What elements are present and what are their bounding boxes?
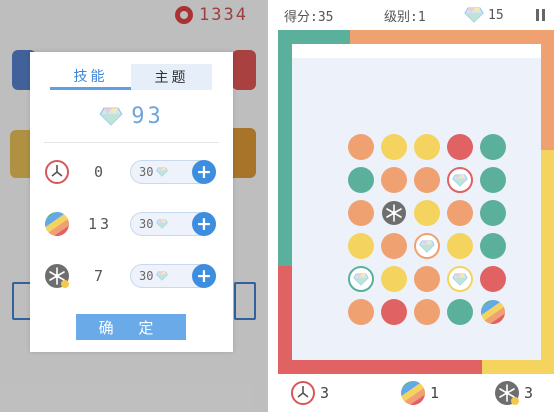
score-text: 得分:35 bbox=[284, 9, 334, 25]
gem-icon bbox=[156, 219, 168, 229]
board-ball-teal[interactable] bbox=[480, 200, 506, 226]
gem-icon bbox=[156, 271, 168, 281]
game-board bbox=[292, 58, 541, 360]
board-ball-orange[interactable] bbox=[381, 233, 407, 259]
prop-count: 0 bbox=[93, 163, 107, 181]
snowflake-icon bbox=[494, 380, 520, 406]
prop-price: 30 bbox=[139, 269, 154, 283]
divider bbox=[44, 142, 219, 143]
board-gem-tile[interactable] bbox=[414, 233, 440, 259]
board-gem-tile[interactable] bbox=[447, 167, 473, 193]
rainbow-ball-icon bbox=[480, 299, 506, 325]
board-ball-red[interactable] bbox=[381, 299, 407, 325]
prop-row-rainbow: 13 30 + bbox=[44, 210, 224, 238]
board-ball-red[interactable] bbox=[480, 266, 506, 292]
gem-icon bbox=[452, 174, 468, 187]
board-ball-yellow[interactable] bbox=[414, 134, 440, 160]
gem-balance-value: 93 bbox=[131, 104, 164, 129]
plus-icon[interactable]: + bbox=[192, 160, 216, 184]
frame-segment bbox=[541, 150, 554, 374]
board-ball-orange[interactable] bbox=[414, 167, 440, 193]
gem-icon bbox=[99, 107, 123, 126]
prop-count: 13 bbox=[87, 215, 113, 233]
tab-skills[interactable]: 技能 bbox=[50, 64, 131, 90]
bottom-prop-count: 3 bbox=[524, 384, 534, 402]
clock-icon bbox=[44, 159, 70, 185]
bottom-prop-count: 1 bbox=[430, 384, 440, 402]
board-gem-tile[interactable] bbox=[447, 266, 473, 292]
board-ball-teal[interactable] bbox=[348, 167, 374, 193]
board-ball-teal[interactable] bbox=[480, 233, 506, 259]
bottom-prop-rainbow[interactable]: 1 bbox=[400, 380, 439, 406]
prop-row-clock: 0 30 + bbox=[44, 158, 224, 186]
frame-segment bbox=[278, 266, 292, 374]
frame-segment bbox=[278, 30, 292, 266]
prop-count: 7 bbox=[93, 267, 107, 285]
bottom-prop-snowflake[interactable]: 3 bbox=[494, 380, 533, 406]
top-hud: 得分:35 级别:1 15 bbox=[278, 0, 554, 30]
gem-icon bbox=[464, 7, 484, 23]
gem-count: 15 bbox=[488, 7, 504, 23]
board-rainbow-tile[interactable] bbox=[480, 299, 506, 325]
level-text: 级别:1 bbox=[384, 9, 426, 25]
buy-clock-button[interactable]: 30 + bbox=[130, 160, 216, 184]
plus-icon[interactable]: + bbox=[192, 212, 216, 236]
rainbow-ball-icon bbox=[44, 211, 70, 237]
board-ball-orange[interactable] bbox=[447, 200, 473, 226]
prop-row-snowflake: 7 30 + bbox=[44, 262, 224, 290]
clock-icon bbox=[290, 380, 316, 406]
gem-balance: 93 bbox=[30, 104, 233, 129]
buy-snowflake-button[interactable]: 30 + bbox=[130, 264, 216, 288]
bottom-props-bar: 3 1 3 bbox=[278, 374, 554, 412]
board-frame bbox=[278, 30, 554, 374]
pause-icon[interactable] bbox=[536, 9, 546, 21]
board-ball-orange[interactable] bbox=[348, 299, 374, 325]
board-gem-tile[interactable] bbox=[348, 266, 374, 292]
prop-price: 30 bbox=[139, 165, 154, 179]
snowflake-icon bbox=[381, 200, 407, 226]
gem-icon bbox=[156, 167, 168, 177]
gem-icon bbox=[353, 273, 369, 286]
gem-icon bbox=[452, 273, 468, 286]
board-ball-orange[interactable] bbox=[348, 134, 374, 160]
board-ball-yellow[interactable] bbox=[414, 200, 440, 226]
board-ball-teal[interactable] bbox=[447, 299, 473, 325]
plus-icon[interactable]: + bbox=[192, 264, 216, 288]
prop-price: 30 bbox=[139, 217, 154, 231]
board-ball-orange[interactable] bbox=[414, 299, 440, 325]
buy-rainbow-button[interactable]: 30 + bbox=[130, 212, 216, 236]
board-ball-orange[interactable] bbox=[348, 200, 374, 226]
frame-segment bbox=[350, 30, 554, 44]
board-ball-yellow[interactable] bbox=[381, 266, 407, 292]
board-ball-orange[interactable] bbox=[381, 167, 407, 193]
gem-counter: 15 bbox=[464, 7, 504, 23]
board-ball-yellow[interactable] bbox=[348, 233, 374, 259]
board-header-strip bbox=[292, 44, 541, 58]
board-ball-yellow[interactable] bbox=[381, 134, 407, 160]
board-ball-teal[interactable] bbox=[480, 167, 506, 193]
board-ball-yellow[interactable] bbox=[447, 233, 473, 259]
frame-segment bbox=[278, 360, 482, 374]
bottom-prop-count: 3 bbox=[320, 384, 330, 402]
skill-shop-screen: 1334 技能 主题 93 0 30 + 13 30 + 7 30 + 确 定 bbox=[0, 0, 268, 412]
game-screen: 得分:35 级别:1 15 3 1 3 bbox=[278, 0, 554, 412]
rainbow-ball-icon bbox=[400, 380, 426, 406]
board-snowflake-tile[interactable] bbox=[381, 200, 407, 226]
frame-segment bbox=[482, 360, 554, 374]
board-ball-orange[interactable] bbox=[414, 266, 440, 292]
screen-root: 1334 技能 主题 93 0 30 + 13 30 + 7 30 + 确 定 … bbox=[0, 0, 554, 412]
board-ball-teal[interactable] bbox=[480, 134, 506, 160]
gem-icon bbox=[419, 240, 435, 253]
board-ball-red[interactable] bbox=[447, 134, 473, 160]
snowflake-icon bbox=[44, 263, 70, 289]
shop-tabs: 技能 主题 bbox=[50, 64, 212, 90]
bottom-prop-clock[interactable]: 3 bbox=[290, 380, 329, 406]
skill-shop-dialog: 技能 主题 93 0 30 + 13 30 + 7 30 + 确 定 bbox=[30, 52, 233, 352]
tab-themes[interactable]: 主题 bbox=[131, 64, 212, 90]
confirm-button[interactable]: 确 定 bbox=[76, 314, 186, 340]
frame-segment bbox=[541, 30, 554, 150]
